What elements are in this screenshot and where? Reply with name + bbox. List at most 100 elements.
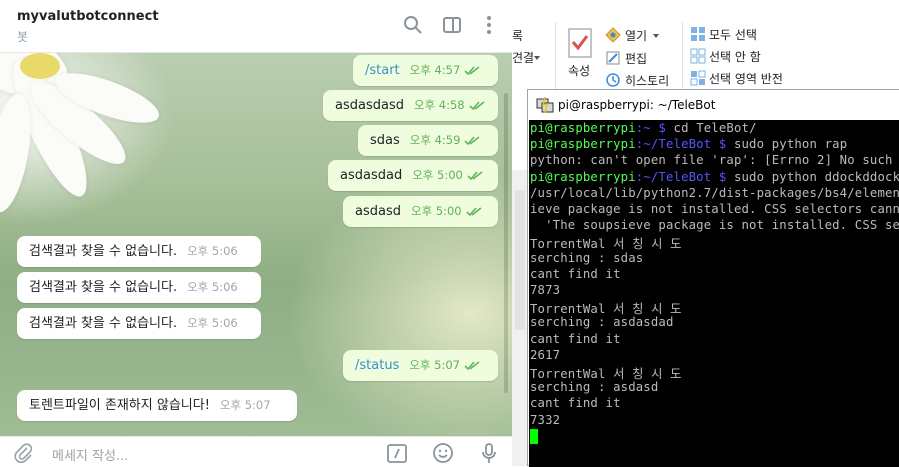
terminal-text: pi@raspberrypi [530,137,636,152]
properties-button[interactable]: 속성 [568,62,590,79]
terminal-line: 'The soupsieve package is not installed.… [530,218,899,232]
terminal-text: cd TeleBot/ [673,121,757,135]
message-time: 오후 5:06 [187,244,238,258]
terminal-line: pi@raspberrypi:~ $ cd TeleBot/ [530,121,757,135]
emoji-icon[interactable] [432,442,454,464]
background-scrollbar [515,190,525,330]
history-button[interactable]: 히스토리 [625,72,669,89]
terminal-text: TorrentWal 서 칭 시 도 [530,302,682,317]
commands-icon[interactable] [386,442,408,464]
terminal-line: pi@raspberrypi:~/TeleBot $ sudo python r… [530,137,847,151]
history-icon [606,73,620,87]
terminal-output[interactable]: pi@raspberrypi:~ $ cd TeleBot/pi@raspber… [529,120,899,467]
read-ticks-icon [464,65,480,75]
terminal-text: python: can't open file 'rap': [Errno 2]… [530,153,893,168]
microphone-icon[interactable] [478,442,500,464]
read-ticks-icon [466,206,482,216]
open-icon [605,27,621,43]
message-outgoing[interactable]: asdasd 오후 5:00 [343,196,498,227]
message-incoming[interactable]: 검색결과 찾을 수 없습니다. 오후 5:06 [17,272,261,303]
terminal-text: sudo python ddockddock [733,169,899,184]
select-all-icon [691,27,705,41]
edit-button[interactable]: 편집 [625,50,647,67]
terminal-line: 7332 [530,413,560,427]
chevron-down-icon [653,34,659,38]
chat-scrollbar[interactable] [504,93,508,393]
message-text[interactable]: /start [365,63,400,78]
sidebar-toggle-icon[interactable] [441,14,463,36]
terminal-text: 7873 [530,283,561,297]
select-none-button[interactable]: 선택 안 함 [709,48,761,65]
terminal-cursor [530,428,538,444]
terminal-text: cant find it [530,331,621,346]
ribbon-item[interactable]: 견결 [512,49,534,66]
open-button[interactable]: 열기 [625,27,647,44]
terminal-text: pi@raspberrypi [530,121,636,135]
message-incoming[interactable]: 검색결과 찾을 수 없습니다. 오후 5:06 [17,236,261,267]
chevron-down-icon [534,56,540,60]
message-text: 검색결과 찾을 수 없습니다. [29,316,178,331]
terminal-line: /usr/local/lib/python2.7/dist-packages/b… [530,186,899,200]
message-time: 오후 4:57 [409,63,461,77]
invert-selection-icon [690,70,706,86]
terminal-line: serching : asdasdad [530,315,674,329]
putty-window: pi@raspberrypi: ~/TeleBot pi@raspberrypi… [527,89,899,467]
more-icon[interactable] [478,14,500,36]
terminal-text: :~/TeleBot $ [635,169,734,184]
read-ticks-icon [464,135,480,145]
terminal-text: TorrentWal 서 칭 시 도 [530,367,682,381]
message-text: asdasdasd [335,98,404,113]
message-outgoing[interactable]: asdasdad 오후 5:00 [328,160,498,191]
terminal-text: :~ $ [635,121,674,135]
chat-header: myvalutbotconnect 봇 [0,0,512,53]
invert-selection-button[interactable]: 선택 영역 반전 [709,70,783,87]
message-text: 토렌트파일이 존재하지 않습니다! [29,398,210,413]
message-composer: 메세지 작성... [0,436,512,466]
terminal-text: 7332 [530,412,561,427]
chat-title[interactable]: myvalutbotconnect [17,9,159,24]
wallpaper-flower-center [20,53,60,79]
ribbon-item[interactable]: 록 [512,27,523,44]
terminal-line: ieve package is not installed. CSS selec… [530,202,899,216]
message-incoming[interactable]: 토렌트파일이 존재하지 않습니다! 오후 5:07 [17,390,297,421]
read-ticks-icon [469,100,485,110]
message-outgoing[interactable]: /status 오후 5:07 [343,350,498,381]
ribbon-divider [555,22,556,97]
message-outgoing[interactable]: /start 오후 4:57 [353,55,498,86]
terminal-line: cant find it [530,332,621,346]
terminal-text: serching : asdasdad [530,315,674,330]
terminal-text: serching : sdas [530,250,644,265]
putty-icon [536,96,554,114]
message-text[interactable]: /status [355,358,399,373]
terminal-text: serching : asdasd [530,380,659,395]
putty-titlebar[interactable]: pi@raspberrypi: ~/TeleBot [528,90,899,120]
terminal-text: :~/TeleBot $ [635,137,734,152]
putty-title: pi@raspberrypi: ~/TeleBot [558,98,716,112]
message-text: 검색결과 찾을 수 없습니다. [29,244,178,259]
terminal-line: serching : asdasd [530,380,658,394]
search-icon[interactable] [402,14,424,36]
terminal-text: 2617 [530,347,561,362]
message-text: asdasd [355,204,401,219]
attach-icon[interactable] [12,442,34,464]
terminal-line: pi@raspberrypi:~/TeleBot $ sudo python d… [530,170,899,184]
chat-history[interactable]: /start 오후 4:57 asdasdasd 오후 4:58 sdas 오후 4:… [0,53,512,436]
terminal-text: /usr/local/lib/python2.7/dist-packages/b… [530,185,899,200]
terminal-text: cant find it [530,396,621,411]
message-time: 오후 5:06 [187,316,238,330]
message-outgoing[interactable]: sdas 오후 4:59 [358,125,498,156]
terminal-line: 2617 [530,348,560,362]
message-outgoing[interactable]: asdasdasd 오후 4:58 [323,90,498,121]
message-time: 오후 4:59 [409,133,461,147]
edit-icon [606,51,620,65]
terminal-text: TorrentWal 서 칭 시 도 [530,237,682,252]
terminal-line: serching : sdas [530,251,643,265]
message-text: 검색결과 찾을 수 없습니다. [29,280,178,295]
message-time: 오후 5:00 [410,204,462,218]
message-incoming[interactable]: 검색결과 찾을 수 없습니다. 오후 5:06 [17,308,261,339]
message-input[interactable]: 메세지 작성... [52,445,128,464]
select-all-button[interactable]: 모두 선택 [709,26,757,43]
message-text: sdas [370,133,400,148]
properties-icon[interactable] [568,28,592,58]
select-none-icon [690,48,706,64]
